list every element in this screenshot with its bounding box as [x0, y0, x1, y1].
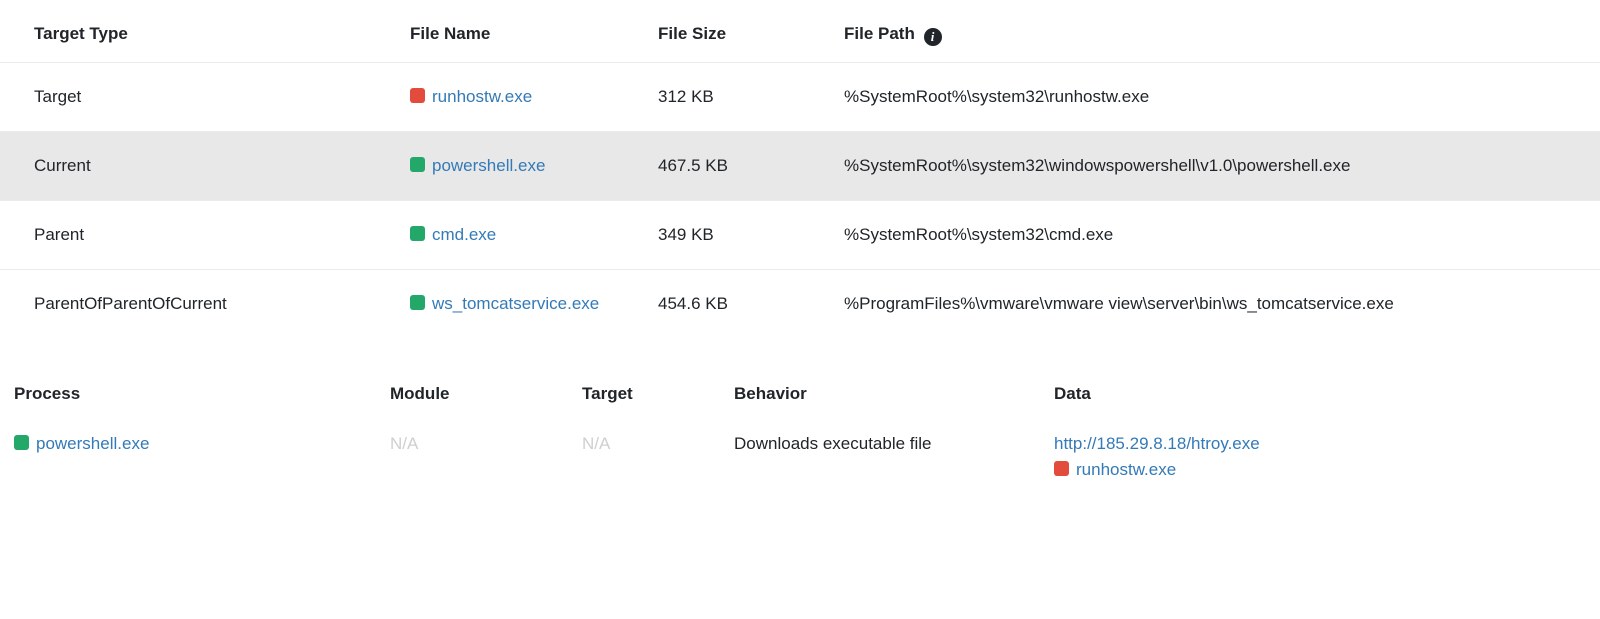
cell-target: N/A [574, 422, 726, 498]
cell-process: powershell.exe [0, 422, 382, 498]
status-square-icon [1054, 461, 1069, 476]
status-square-icon [410, 88, 425, 103]
header-behavior: Behavior [726, 372, 1046, 422]
process-tree-table: Target Type File Name File Size File Pat… [0, 8, 1600, 338]
table-row: powershell.exeN/AN/ADownloads executable… [0, 422, 1600, 498]
data-link[interactable]: http://185.29.8.18/htroy.exe [1054, 434, 1260, 453]
status-square-icon [14, 435, 29, 450]
behavior-table: Process Module Target Behavior Data powe… [0, 372, 1600, 498]
cell-file-name: runhostw.exe [400, 63, 648, 132]
cell-file-path: %SystemRoot%\system32\cmd.exe [834, 201, 1600, 270]
status-square-icon [410, 226, 425, 241]
header-process: Process [0, 372, 382, 422]
cell-file-name: cmd.exe [400, 201, 648, 270]
cell-file-size: 467.5 KB [648, 132, 834, 201]
data-line: http://185.29.8.18/htroy.exe [1054, 434, 1592, 454]
data-link[interactable]: runhostw.exe [1076, 460, 1176, 479]
cell-file-path: %SystemRoot%\system32\runhostw.exe [834, 63, 1600, 132]
file-name-link[interactable]: powershell.exe [432, 156, 545, 175]
cell-file-name: powershell.exe [400, 132, 648, 201]
cell-target-type: ParentOfParentOfCurrent [0, 270, 400, 339]
cell-target-type: Parent [0, 201, 400, 270]
table-header-row: Process Module Target Behavior Data [0, 372, 1600, 422]
header-target-type: Target Type [0, 8, 400, 63]
process-link[interactable]: powershell.exe [36, 434, 149, 453]
header-data: Data [1046, 372, 1600, 422]
cell-target-type: Target [0, 63, 400, 132]
cell-file-size: 349 KB [648, 201, 834, 270]
header-module: Module [382, 372, 574, 422]
header-file-path-label: File Path [844, 24, 915, 43]
status-square-icon [410, 157, 425, 172]
cell-behavior: Downloads executable file [726, 422, 1046, 498]
file-name-link[interactable]: cmd.exe [432, 225, 496, 244]
header-target: Target [574, 372, 726, 422]
cell-module: N/A [382, 422, 574, 498]
header-file-size: File Size [648, 8, 834, 63]
cell-data: http://185.29.8.18/htroy.exe runhostw.exe [1046, 422, 1600, 498]
table-row: Target runhostw.exe 312 KB%SystemRoot%\sys… [0, 63, 1600, 132]
status-square-icon [410, 295, 425, 310]
info-icon[interactable]: i [924, 28, 942, 46]
data-line: runhostw.exe [1054, 460, 1592, 480]
file-name-link[interactable]: runhostw.exe [432, 87, 532, 106]
header-file-path: File Path i [834, 8, 1600, 63]
cell-file-size: 312 KB [648, 63, 834, 132]
table-row: ParentOfParentOfCurrent ws_tomcatservice.… [0, 270, 1600, 339]
cell-file-name: ws_tomcatservice.exe [400, 270, 648, 339]
table-row: Current powershell.exe 467.5 KB%SystemRoot… [0, 132, 1600, 201]
table-header-row: Target Type File Name File Size File Pat… [0, 8, 1600, 63]
header-file-name: File Name [400, 8, 648, 63]
file-name-link[interactable]: ws_tomcatservice.exe [432, 294, 599, 313]
cell-target-type: Current [0, 132, 400, 201]
cell-file-path: %SystemRoot%\system32\windowspowershell\… [834, 132, 1600, 201]
cell-file-size: 454.6 KB [648, 270, 834, 339]
table-row: Parent cmd.exe 349 KB%SystemRoot%\system32… [0, 201, 1600, 270]
cell-file-path: %ProgramFiles%\vmware\vmware view\server… [834, 270, 1600, 339]
